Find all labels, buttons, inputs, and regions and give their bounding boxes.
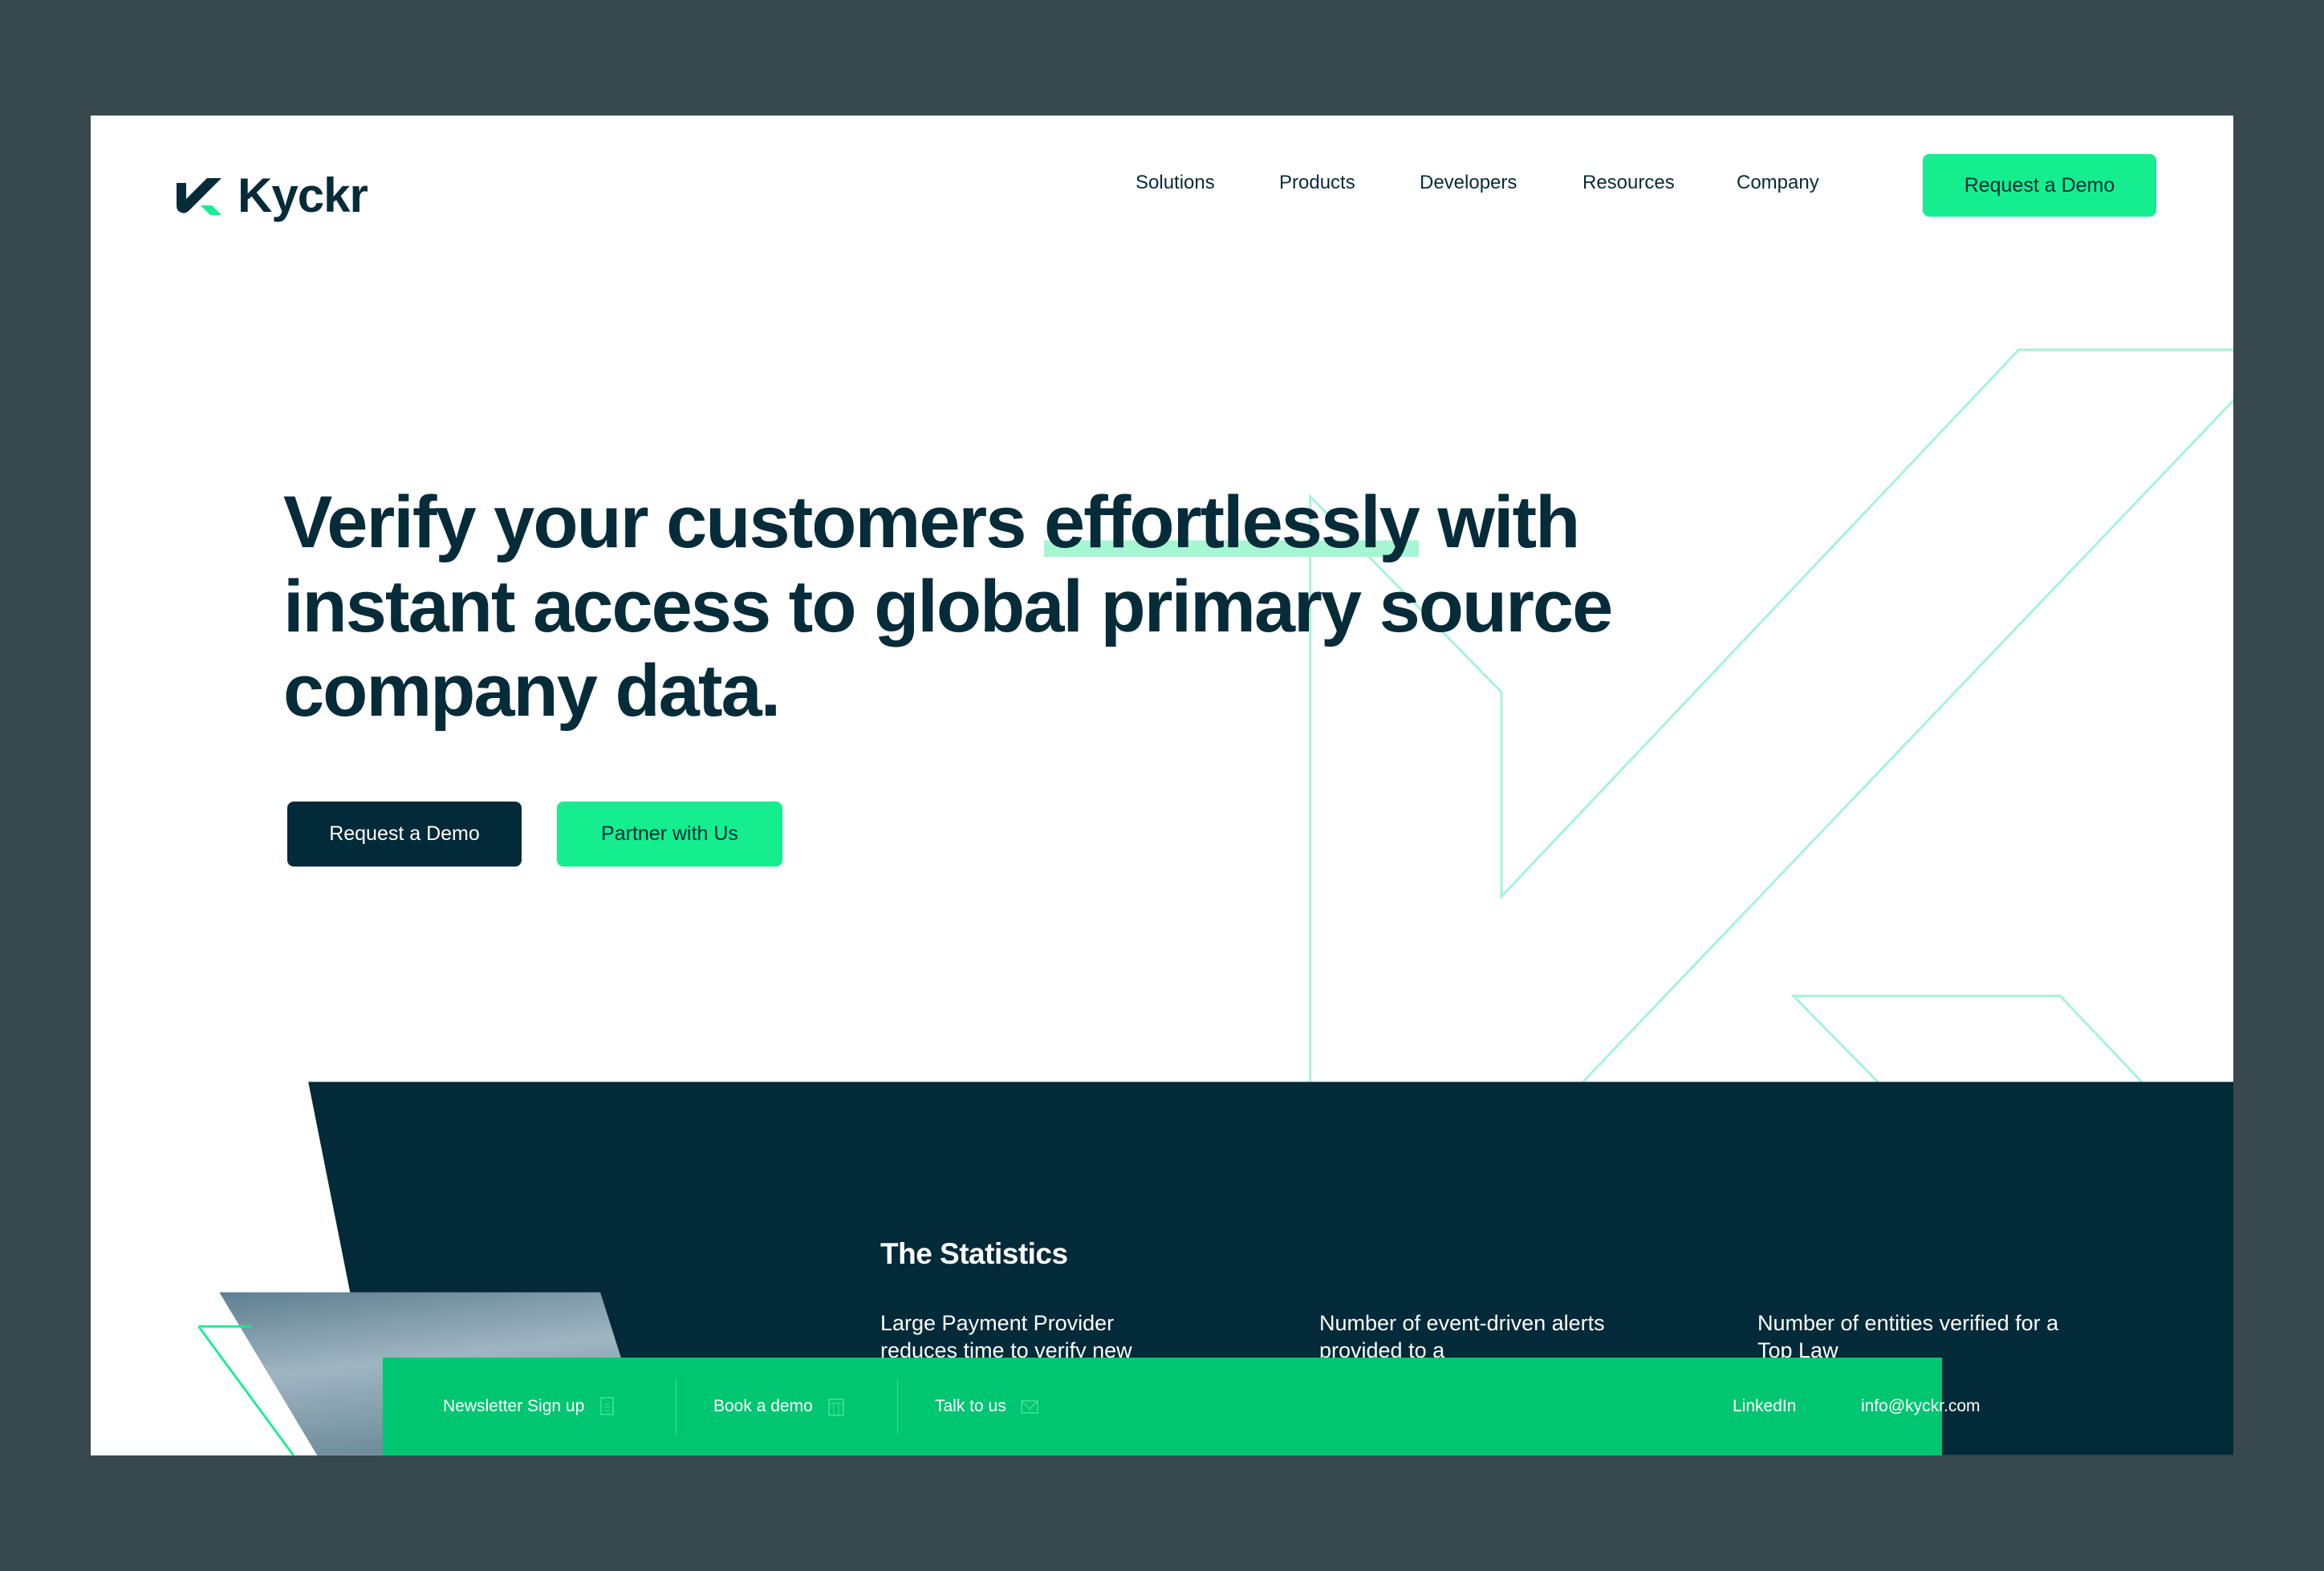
mail-icon xyxy=(1020,1400,1038,1414)
talk-label: Talk to us xyxy=(935,1397,1006,1415)
logo-text: Kyckr xyxy=(238,168,368,222)
kyckr-logo[interactable]: Kyckr xyxy=(175,168,368,223)
kyckr-logo-icon xyxy=(177,177,221,215)
book-demo-link[interactable]: Book a demo xyxy=(713,1358,845,1455)
nav-products[interactable]: Products xyxy=(1279,172,1355,194)
partner-button[interactable]: Partner with Us xyxy=(557,802,782,867)
nav-resources[interactable]: Resources xyxy=(1583,172,1675,194)
nav-solutions[interactable]: Solutions xyxy=(1136,172,1215,194)
nav-company[interactable]: Company xyxy=(1737,172,1819,194)
talk-to-us-link[interactable]: Talk to us xyxy=(935,1358,1038,1455)
calendar-icon xyxy=(828,1398,844,1416)
decorative-k-outline xyxy=(197,348,2233,1455)
stat-item: Number of entities verified for a Top La… xyxy=(1757,1311,2059,1362)
stat-item: Large Payment Provider reduces time to v… xyxy=(880,1311,1132,1362)
document-icon xyxy=(600,1397,615,1415)
hero-title-highlight: effortlessly xyxy=(1043,481,1420,563)
book-demo-label: Book a demo xyxy=(713,1397,813,1415)
stats-title: The Statistics xyxy=(880,1237,1068,1270)
request-demo-button[interactable]: Request a Demo xyxy=(287,802,522,867)
stat-item: Number of event-driven alerts provided t… xyxy=(1319,1311,1605,1362)
divider xyxy=(897,1378,898,1435)
hero-title: Verify your customers effortlessly with … xyxy=(283,481,1648,733)
nav-request-demo-button[interactable]: Request a Demo xyxy=(1923,154,2156,217)
linkedin-link[interactable]: LinkedIn xyxy=(1733,1358,1796,1455)
newsletter-label: Newsletter Sign up xyxy=(443,1397,585,1415)
nav-developers[interactable]: Developers xyxy=(1420,172,1517,194)
page: Kyckr Solutions Products Developers Reso… xyxy=(91,116,2233,1455)
bottom-bar: Newsletter Sign up Book a demo Talk to u… xyxy=(383,1358,1981,1455)
newsletter-link[interactable]: Newsletter Sign up xyxy=(443,1358,616,1455)
email-link[interactable]: info@kyckr.com xyxy=(1861,1358,1981,1455)
hero-title-part: Verify your customers xyxy=(283,481,1044,563)
